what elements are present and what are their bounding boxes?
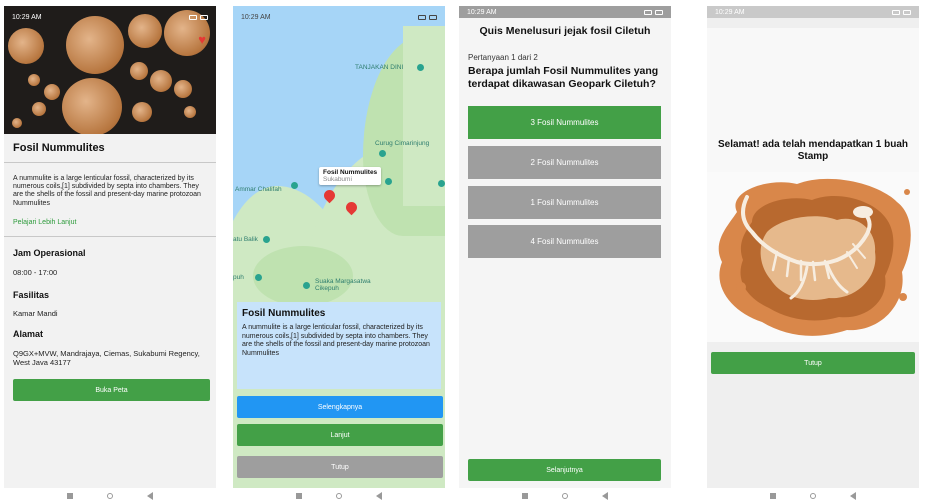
home-icon[interactable]: [810, 492, 816, 499]
status-bar: 10:29 AM: [4, 6, 216, 28]
divider: [4, 162, 216, 163]
fossil-description: A nummulite is a large lenticular fossil…: [13, 175, 201, 207]
status-bar: 10:29 AM: [707, 6, 919, 18]
back-icon[interactable]: [376, 491, 382, 500]
hours-value: 08:00 - 17:00: [13, 268, 58, 277]
learn-more-link[interactable]: Pelajari Lebih Lanjut: [13, 219, 76, 226]
status-time: 10:29 AM: [12, 13, 42, 21]
map-poi-icon[interactable]: [255, 274, 262, 281]
map-poi-icon[interactable]: [303, 282, 310, 289]
question-counter: Pertanyaan 1 dari 2: [468, 53, 538, 62]
map-label-puh: puh: [233, 274, 244, 281]
status-icons: [892, 9, 911, 15]
screen-fossil-detail: 10:29 AM ♥ Fosil Nummulites A nummulite …: [4, 6, 216, 488]
callout-subtitle: Sukabumi: [323, 176, 352, 183]
page-title: Fosil Nummulites: [13, 142, 105, 154]
status-bar: 10:29 AM: [233, 6, 445, 28]
map-poi-icon[interactable]: [417, 64, 424, 71]
answer-option[interactable]: 4 Fosil Nummulites: [468, 225, 661, 258]
dinosaur-fossil-stamp-icon: [718, 178, 911, 336]
map-label-suaka: Suaka Margasatwa Cikepuh: [315, 278, 371, 292]
address-value: Q9GX+MVW, Mandrajaya, Ciemas, Sukabumi R…: [13, 349, 200, 367]
more-button[interactable]: Selengkapnya: [237, 396, 443, 418]
map-label-batu: atu Balik: [233, 236, 258, 243]
map-label-curug: Curug Cimarinjung: [375, 140, 430, 147]
map-poi-icon[interactable]: [379, 150, 386, 157]
screen-stamp-reward: 10:29 AM Selamat! ada telah mendapatkan …: [707, 6, 919, 488]
recents-icon[interactable]: [67, 492, 73, 499]
next-question-button[interactable]: Selanjutnya: [468, 459, 661, 481]
quiz-title: Quis Menelusuri jejak fosil Ciletuh: [479, 25, 651, 37]
android-nav-bar: [4, 490, 216, 501]
answer-option[interactable]: 3 Fosil Nummulites: [468, 106, 661, 139]
map-poi-icon[interactable]: [291, 182, 298, 189]
next-button[interactable]: Lanjut: [237, 424, 443, 446]
screen-quiz: 10:29 AM Quis Menelusuri jejak fosil Cil…: [459, 6, 671, 488]
answer-option[interactable]: 1 Fosil Nummulites: [468, 186, 661, 219]
open-map-button[interactable]: Buka Peta: [13, 379, 210, 401]
back-icon[interactable]: [850, 491, 856, 500]
screen-map: 10:29 AM TANJAKAN DINI Curug Cimarinjung…: [233, 6, 445, 488]
back-icon[interactable]: [602, 491, 608, 500]
recents-icon[interactable]: [296, 492, 302, 499]
home-icon[interactable]: [336, 492, 342, 499]
info-card-description: A nummulite is a large lenticular fossil…: [242, 324, 430, 357]
recents-icon[interactable]: [522, 492, 528, 499]
android-nav-bar: [233, 490, 445, 501]
hours-heading: Jam Operasional: [13, 248, 86, 258]
status-icons: [644, 9, 663, 15]
status-icons: [418, 14, 437, 20]
info-card-title: Fosil Nummulites: [242, 308, 326, 319]
home-icon[interactable]: [562, 492, 568, 499]
address-heading: Alamat: [13, 329, 44, 339]
stamp-image-area: [707, 172, 919, 342]
facilities-heading: Fasilitas: [13, 290, 50, 300]
recents-icon[interactable]: [770, 492, 776, 499]
status-bar: 10:29 AM: [459, 6, 671, 18]
map-label-ammar: Ammar Chalifah: [235, 186, 282, 193]
heart-icon[interactable]: ♥: [198, 32, 206, 47]
question-text: Berapa jumlah Fosil Nummulites yang terd…: [468, 65, 659, 90]
info-card: Fosil Nummulites A nummulite is a large …: [237, 302, 441, 389]
map-poi-icon[interactable]: [385, 178, 392, 185]
map-label-tanjakan: TANJAKAN DINI: [355, 64, 404, 71]
facilities-value: Kamar Mandi: [13, 309, 58, 318]
map-poi-icon[interactable]: [263, 236, 270, 243]
status-time: 10:29 AM: [715, 8, 745, 16]
status-time: 10:29 AM: [241, 13, 271, 21]
divider: [4, 236, 216, 237]
android-nav-bar: [707, 490, 919, 501]
android-nav-bar: [459, 490, 671, 501]
callout-title: Fosil Nummulites: [323, 169, 378, 176]
congrats-message: Selamat! ada telah mendapatkan 1 buah St…: [717, 139, 909, 162]
status-time: 10:29 AM: [467, 8, 497, 16]
answer-option[interactable]: 2 Fosil Nummulites: [468, 146, 661, 179]
close-button[interactable]: Tutup: [237, 456, 443, 478]
status-icons: [189, 14, 208, 20]
back-icon[interactable]: [147, 491, 153, 500]
close-button[interactable]: Tutup: [711, 352, 915, 374]
home-icon[interactable]: [107, 492, 113, 499]
marker-callout[interactable]: Fosil Nummulites Sukabumi: [319, 167, 382, 185]
map-poi-icon[interactable]: [438, 180, 445, 187]
